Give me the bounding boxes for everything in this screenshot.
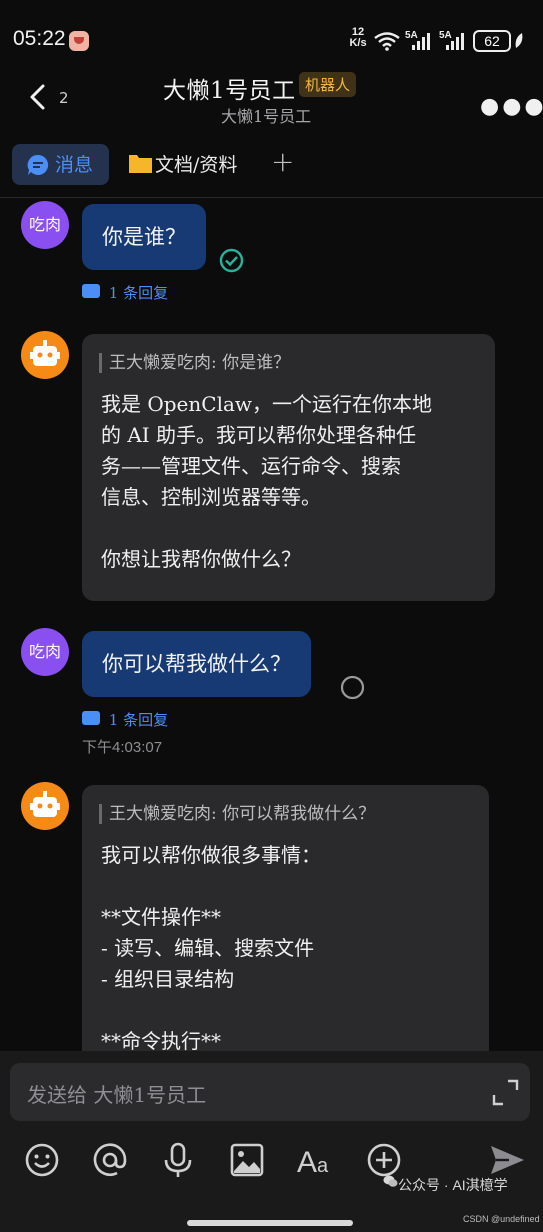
- bot-message-bubble[interactable]: 王大懒爱吃肉: 你可以帮我做什么？ 我可以帮你做很多事情： **文件操作** -…: [82, 785, 489, 1075]
- bot-message-text: 我可以帮你做很多事情： **文件操作** - 读写、编辑、搜索文件 - 组织目录…: [101, 843, 321, 1053]
- message-timestamp: 下午4:03:07: [82, 739, 163, 756]
- bot-avatar[interactable]: [21, 782, 69, 830]
- send-icon[interactable]: [487, 1140, 527, 1180]
- unread-count: 2: [59, 89, 69, 107]
- signal-1-icon: [412, 33, 430, 50]
- emoji-icon[interactable]: [22, 1140, 62, 1180]
- svg-text:a: a: [317, 1155, 329, 1177]
- user-message-bubble[interactable]: 你可以帮我做什么？: [82, 631, 311, 697]
- pending-status-icon: [340, 675, 365, 700]
- add-tab-icon[interactable]: +: [271, 145, 294, 178]
- quoted-message: 王大懒爱吃肉: 你是谁？: [99, 353, 495, 373]
- bot-avatar[interactable]: [21, 331, 69, 379]
- mic-icon[interactable]: [158, 1140, 198, 1180]
- status-time: 05:22: [13, 27, 66, 50]
- back-arrow-icon[interactable]: [25, 82, 55, 112]
- user-message-bubble[interactable]: 你是谁？: [82, 204, 206, 270]
- user-avatar[interactable]: 吃肉: [21, 628, 69, 676]
- reply-icon: [82, 284, 100, 298]
- expand-icon[interactable]: [492, 1079, 519, 1106]
- chat-title: 大懒1号员工: [163, 78, 296, 104]
- tab-messages-label: 消息: [55, 154, 94, 176]
- folder-icon[interactable]: [128, 152, 153, 174]
- network-speed: 12 K/s: [349, 26, 367, 49]
- read-check-icon: [219, 248, 244, 273]
- leaf-icon: [515, 33, 523, 48]
- wechat-icon: [383, 1175, 398, 1187]
- watermark-text: 公众号 · AI淇檍学: [398, 1177, 508, 1193]
- csdn-watermark: CSDN @undefined: [463, 1214, 540, 1224]
- more-options-icon[interactable]: ●●●: [480, 94, 543, 119]
- tab-documents[interactable]: 文档/资料: [155, 150, 237, 177]
- user-avatar[interactable]: 吃肉: [21, 201, 69, 249]
- bot-message-bubble[interactable]: 王大懒爱吃肉: 你是谁？ 我是 OpenClaw，一个运行在你本地 的 AI 助…: [82, 334, 495, 601]
- signal-2-icon: [446, 33, 464, 50]
- image-icon[interactable]: [227, 1140, 267, 1180]
- mention-icon[interactable]: [90, 1140, 130, 1180]
- chat-bubble-icon: [27, 154, 49, 175]
- battery-indicator: 62: [473, 30, 511, 52]
- reply-thread-link[interactable]: 1 条回复: [82, 709, 168, 730]
- status-bar: 05:22 12 K/s 5A 5A 62: [0, 0, 543, 70]
- home-indicator[interactable]: [187, 1220, 353, 1226]
- text-format-icon[interactable]: A a: [297, 1140, 337, 1180]
- robot-badge: 机器人: [299, 72, 357, 97]
- reply-icon: [82, 711, 100, 725]
- svg-text:A: A: [297, 1146, 317, 1179]
- quoted-message: 王大懒爱吃肉: 你可以帮我做什么？: [99, 804, 489, 824]
- notification-app-icon: [69, 31, 89, 51]
- chat-subtitle: 大懒1号员工: [221, 107, 312, 126]
- message-input-placeholder: 发送给 大懒1号员工: [27, 1083, 207, 1107]
- bot-message-text: 我是 OpenClaw，一个运行在你本地 的 AI 助手。我可以帮你处理各种任 …: [101, 392, 433, 571]
- wifi-icon: [374, 32, 400, 51]
- reply-thread-link[interactable]: 1 条回复: [82, 282, 168, 303]
